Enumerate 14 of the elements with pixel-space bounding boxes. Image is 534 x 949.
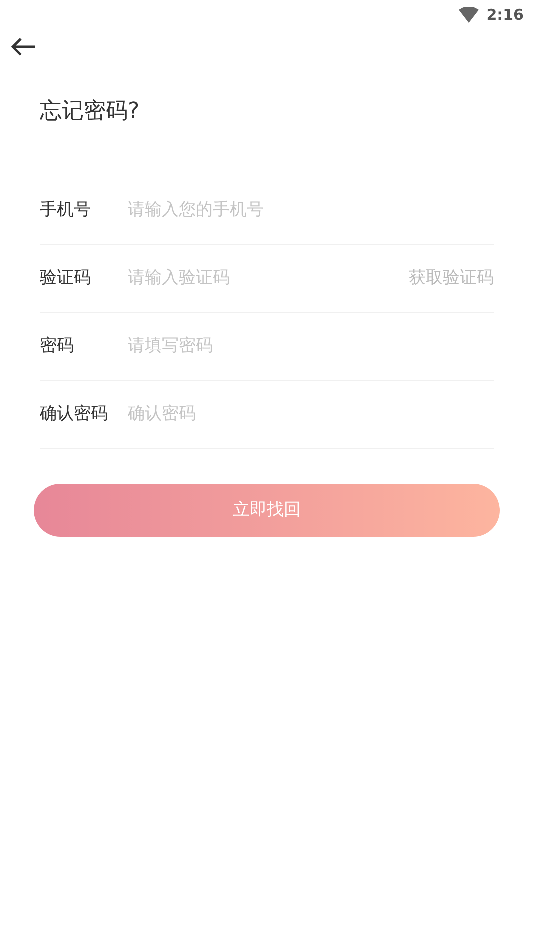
field-label: 手机号 [40, 198, 92, 222]
get-code-button[interactable]: 获取验证码 [409, 266, 494, 292]
status-time: 2:16 [486, 4, 524, 26]
submit-button[interactable]: 立即找回 [34, 484, 500, 537]
input-field[interactable]: 请输入您的手机号 [128, 198, 494, 224]
input-field[interactable]: 请输入验证码 [128, 266, 409, 292]
field-label: 密码 [40, 334, 75, 358]
field-label: 验证码 [40, 266, 92, 290]
back-arrow-icon [10, 37, 36, 57]
wifi-icon [458, 7, 479, 23]
input-field[interactable]: 确认密码 [128, 402, 494, 428]
page-title: 忘记密码? [40, 98, 141, 126]
field-label: 确认密码 [40, 402, 109, 426]
input-field[interactable]: 请填写密码 [128, 334, 494, 360]
